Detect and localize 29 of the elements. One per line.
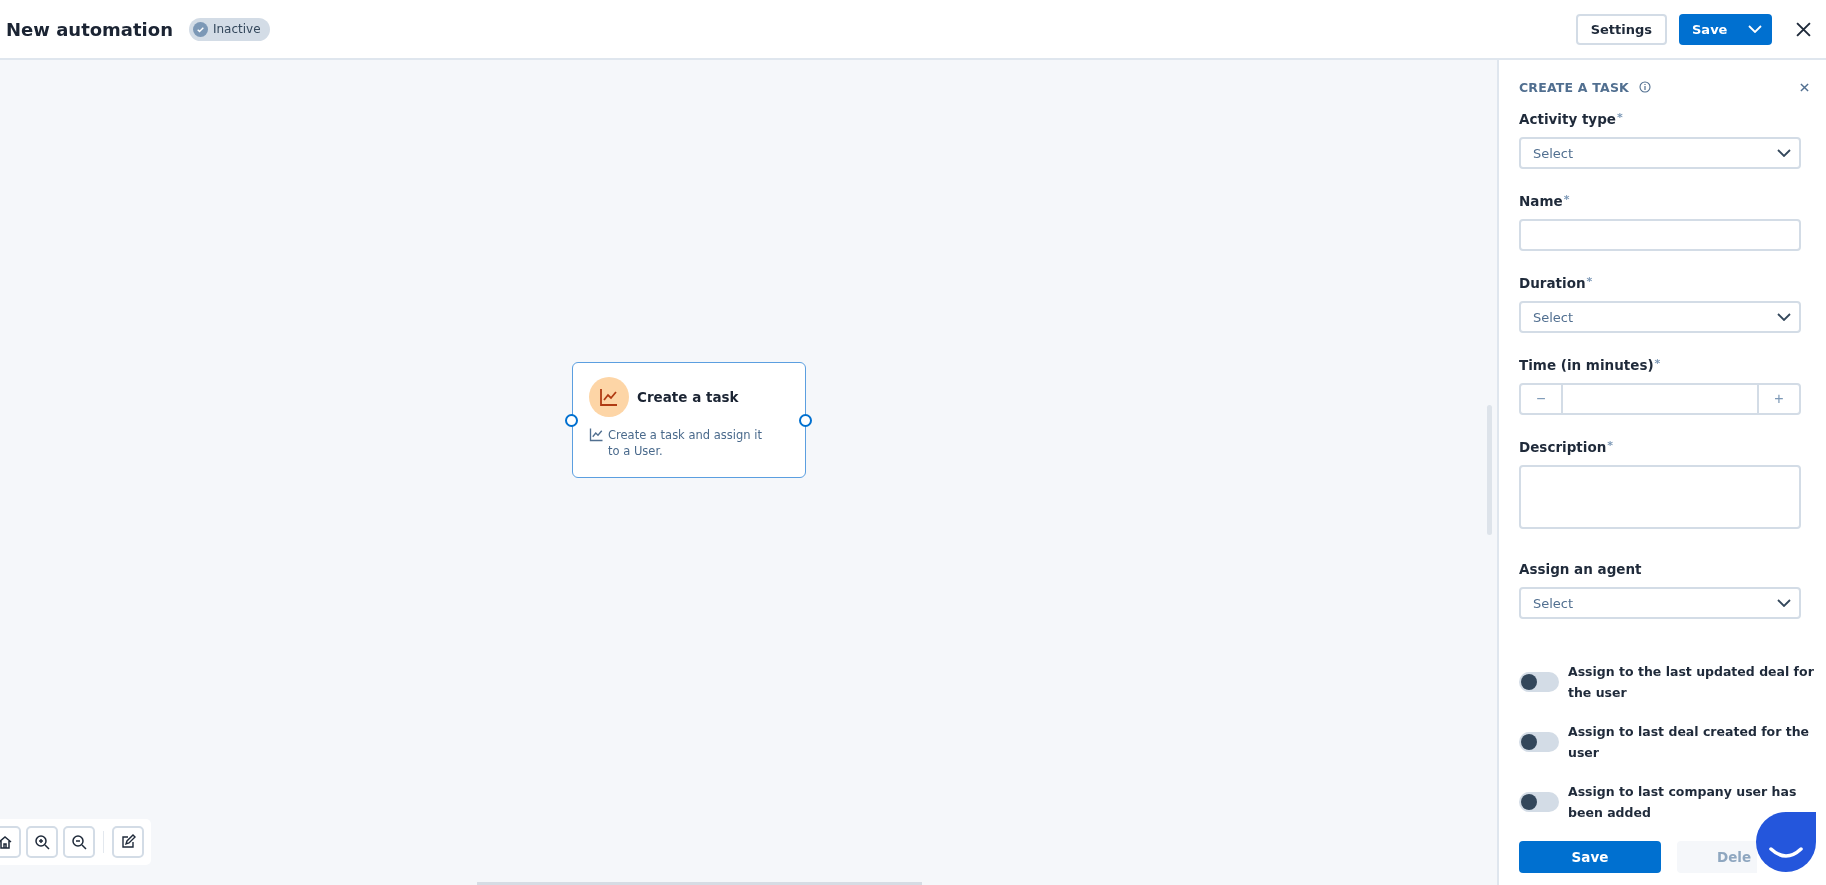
field-label: Duration [1519,275,1586,291]
panel-title: CREATE A TASK [1519,79,1629,95]
required-mark: * [1654,357,1661,372]
field-label: Activity type [1519,111,1616,127]
increment-button[interactable]: + [1759,385,1799,413]
settings-button[interactable]: Settings [1575,13,1667,45]
field-label: Time (in minutes) [1519,357,1654,373]
task-node[interactable]: Create a task Create a task and assign it to a User. [572,362,806,478]
decrement-button[interactable]: − [1521,385,1561,413]
select-field[interactable]: Select [1519,137,1801,169]
save-button[interactable]: Save [1679,13,1772,45]
field-label: Name [1519,193,1563,209]
required-mark: * [1607,439,1614,454]
required-mark: * [1563,193,1570,208]
toggle-label: Assign to the last updated deal for the user [1568,663,1815,702]
required-mark: * [1617,111,1623,126]
required-mark: * [1586,275,1593,290]
select-field[interactable]: Select [1519,301,1801,333]
field-label: Description [1519,439,1607,455]
select-field[interactable]: Select [1519,587,1801,619]
field-label: Assign an agent [1519,561,1642,577]
node-description: Create a task and assign it to a User. [608,427,763,459]
number-stepper-field[interactable]: − + [1519,383,1801,415]
status-badge: Inactive [188,17,270,41]
page-title: New automation [6,18,173,40]
toggle-label: Assign to last deal created for the user [1568,723,1811,762]
node-title: Create a task [637,389,739,405]
save-button[interactable]: Save [1519,841,1661,873]
toggle-label: Assign to last company user has been added [1568,783,1798,822]
